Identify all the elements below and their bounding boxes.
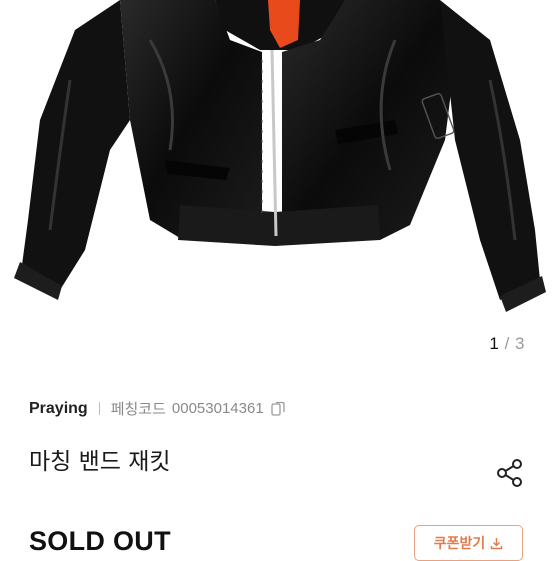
copy-icon[interactable] — [270, 401, 286, 417]
counter-current: 1 — [489, 334, 500, 353]
download-icon — [491, 537, 503, 549]
coupon-button-label: 쿠폰받기 — [433, 536, 486, 552]
counter-separator: / — [504, 334, 510, 353]
fetching-code-label: 페칭코드 — [110, 401, 166, 418]
product-title: 마칭 밴드 재킷 — [29, 449, 171, 475]
product-image[interactable]: 1 / 3 — [0, 0, 553, 380]
share-icon[interactable] — [495, 458, 525, 488]
counter-total: 3 — [515, 334, 525, 353]
sold-out-label: SOLD OUT — [29, 526, 171, 556]
brand-link[interactable]: Praying — [29, 400, 88, 418]
coupon-button[interactable]: 쿠폰받기 — [414, 525, 523, 561]
image-counter: 1 / 3 — [489, 334, 525, 354]
jacket-illustration — [14, 0, 546, 312]
meta-divider — [98, 402, 100, 415]
product-meta: Praying 페칭코드 00053014361 — [29, 398, 286, 419]
fetching-code-value: 00053014361 — [171, 400, 264, 417]
